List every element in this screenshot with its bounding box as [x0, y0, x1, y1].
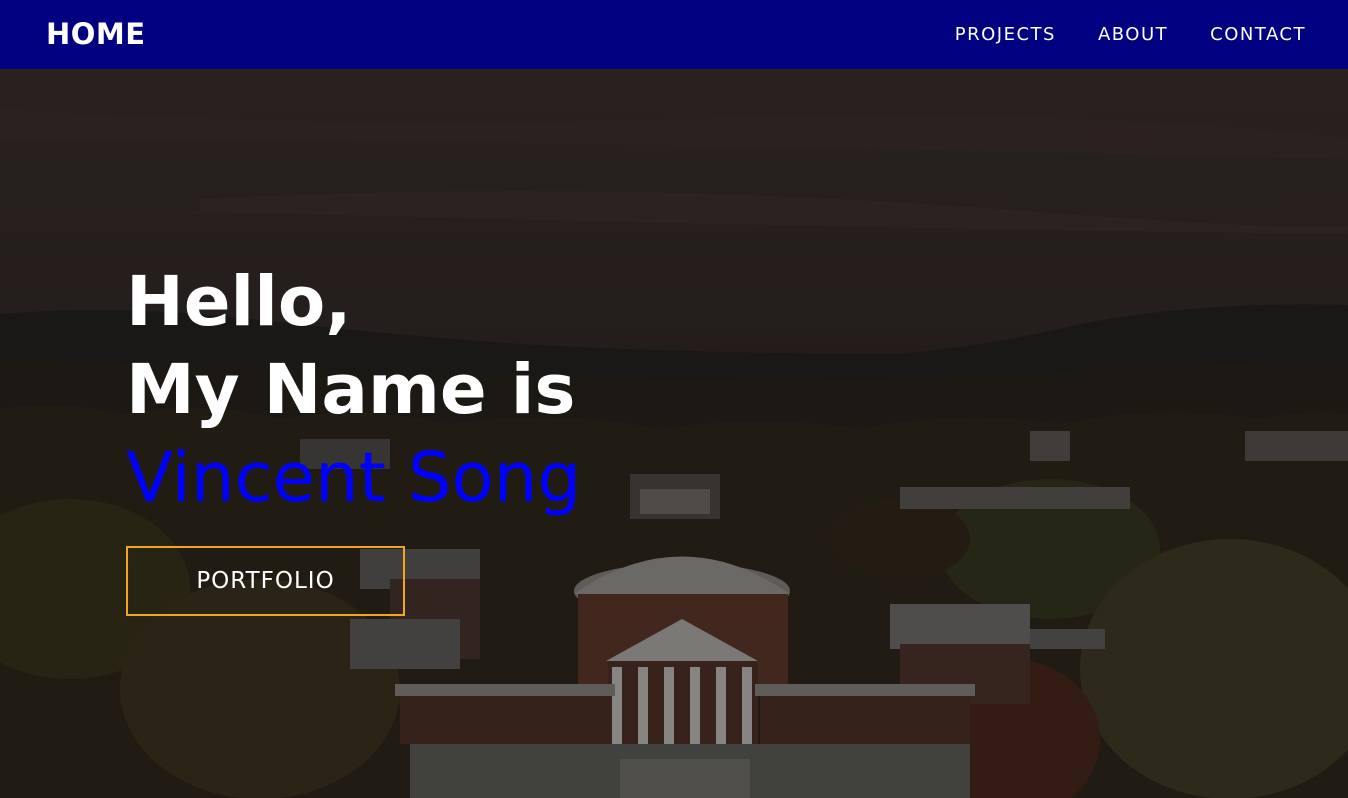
- nav-link-projects[interactable]: PROJECTS: [955, 24, 1056, 45]
- nav-links: PROJECTS ABOUT CONTACT: [913, 0, 1306, 69]
- hero-greeting: Hello,: [126, 262, 352, 342]
- portfolio-button[interactable]: PORTFOLIO: [126, 546, 405, 616]
- hero-heading: Hello, My Name is Vincent Song: [126, 258, 581, 522]
- nav-link-contact[interactable]: CONTACT: [1210, 24, 1306, 45]
- nav-link-about[interactable]: ABOUT: [1098, 24, 1168, 45]
- hero-intro: My Name is: [126, 350, 576, 430]
- top-navbar: HOME PROJECTS ABOUT CONTACT: [0, 0, 1348, 69]
- hero-section: Hello, My Name is Vincent Song PORTFOLIO: [0, 69, 1348, 798]
- home-link[interactable]: HOME: [46, 14, 146, 54]
- hero-name: Vincent Song: [126, 438, 582, 518]
